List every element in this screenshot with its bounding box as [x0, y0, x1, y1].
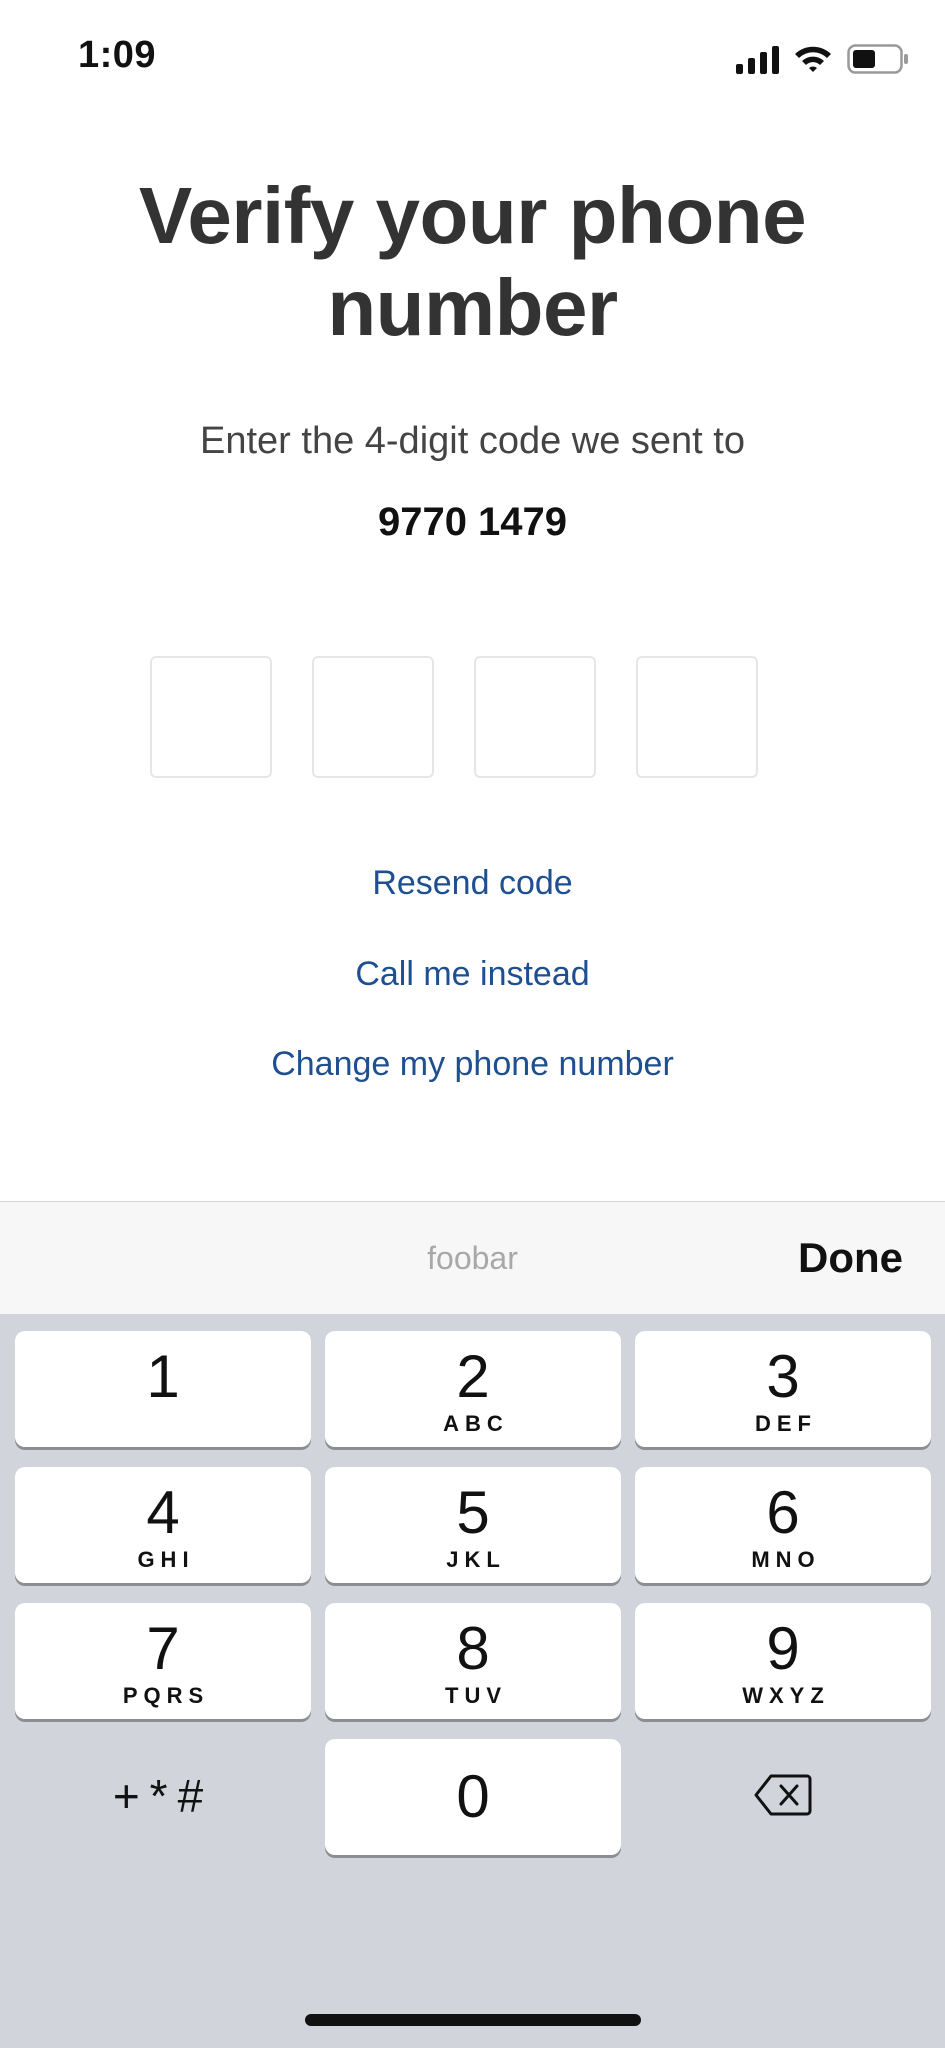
key-letters: PQRS — [122, 1683, 210, 1708]
key-letters: GHI — [137, 1547, 195, 1572]
key-0[interactable]: 0 — [325, 1739, 621, 1855]
change-phone-number-link[interactable]: Change my phone number — [0, 1045, 945, 1084]
instruction-text: Enter the 4-digit code we sent to — [200, 420, 745, 462]
key-2[interactable]: 2 ABC — [325, 1331, 621, 1447]
key-letters: JKL — [446, 1547, 506, 1572]
symbols-label: +*# — [112, 1770, 214, 1822]
key-letters: DEF — [755, 1411, 817, 1436]
key-4[interactable]: 4 GHI — [15, 1467, 311, 1583]
key-6[interactable]: 6 MNO — [635, 1467, 931, 1583]
key-number: 1 — [146, 1343, 180, 1410]
signal-icon — [736, 44, 779, 74]
page-title-line1: Verify your phone — [138, 171, 807, 260]
key-number: 4 — [146, 1479, 180, 1546]
wifi-icon — [793, 44, 833, 74]
status-time: 1:09 — [78, 34, 157, 76]
code-digit-3-input[interactable] — [474, 656, 596, 778]
call-me-instead-link[interactable]: Call me instead — [0, 955, 945, 994]
key-1[interactable]: 1 — [15, 1331, 311, 1447]
key-number: 6 — [766, 1479, 800, 1546]
key-number: 5 — [456, 1479, 490, 1546]
key-3[interactable]: 3 DEF — [635, 1331, 931, 1447]
resend-code-link[interactable]: Resend code — [0, 864, 945, 903]
code-digit-2-input[interactable] — [312, 656, 434, 778]
key-symbols[interactable]: +*# — [15, 1739, 311, 1855]
key-7[interactable]: 7 PQRS — [15, 1603, 311, 1719]
battery-icon — [847, 44, 909, 74]
key-5[interactable]: 5 JKL — [325, 1467, 621, 1583]
backspace-key[interactable] — [635, 1739, 931, 1855]
page-title: Verify your phone number — [0, 170, 945, 354]
key-8[interactable]: 8 TUV — [325, 1603, 621, 1719]
key-number: 2 — [456, 1343, 490, 1410]
key-letters: ABC — [443, 1411, 509, 1436]
key-letters: WXYZ — [742, 1683, 830, 1708]
key-number: 7 — [146, 1615, 180, 1682]
home-indicator[interactable] — [305, 2014, 641, 2026]
key-number: 9 — [766, 1615, 800, 1682]
key-number: 0 — [456, 1763, 490, 1830]
status-bar: 1:09 — [0, 0, 945, 120]
key-letters: TUV — [445, 1683, 507, 1708]
code-digit-1-input[interactable] — [150, 656, 272, 778]
code-input-row — [150, 656, 758, 778]
code-digit-4-input[interactable] — [636, 656, 758, 778]
phone-number: 9770 1479 — [377, 500, 568, 544]
done-button[interactable]: Done — [798, 1234, 903, 1282]
key-number: 3 — [766, 1343, 800, 1410]
keyboard-accessory-bar: foobar Done — [0, 1201, 945, 1314]
backspace-icon — [754, 1774, 812, 1816]
key-number: 8 — [456, 1615, 490, 1682]
numeric-keypad: 1 2 ABC 3 DEF 4 GHI 5 JKL 6 MNO 7 PQRS 8… — [0, 1314, 945, 2048]
page-title-line2: number — [327, 263, 618, 352]
key-9[interactable]: 9 WXYZ — [635, 1603, 931, 1719]
status-icons — [736, 42, 909, 76]
key-letters: MNO — [751, 1547, 821, 1572]
